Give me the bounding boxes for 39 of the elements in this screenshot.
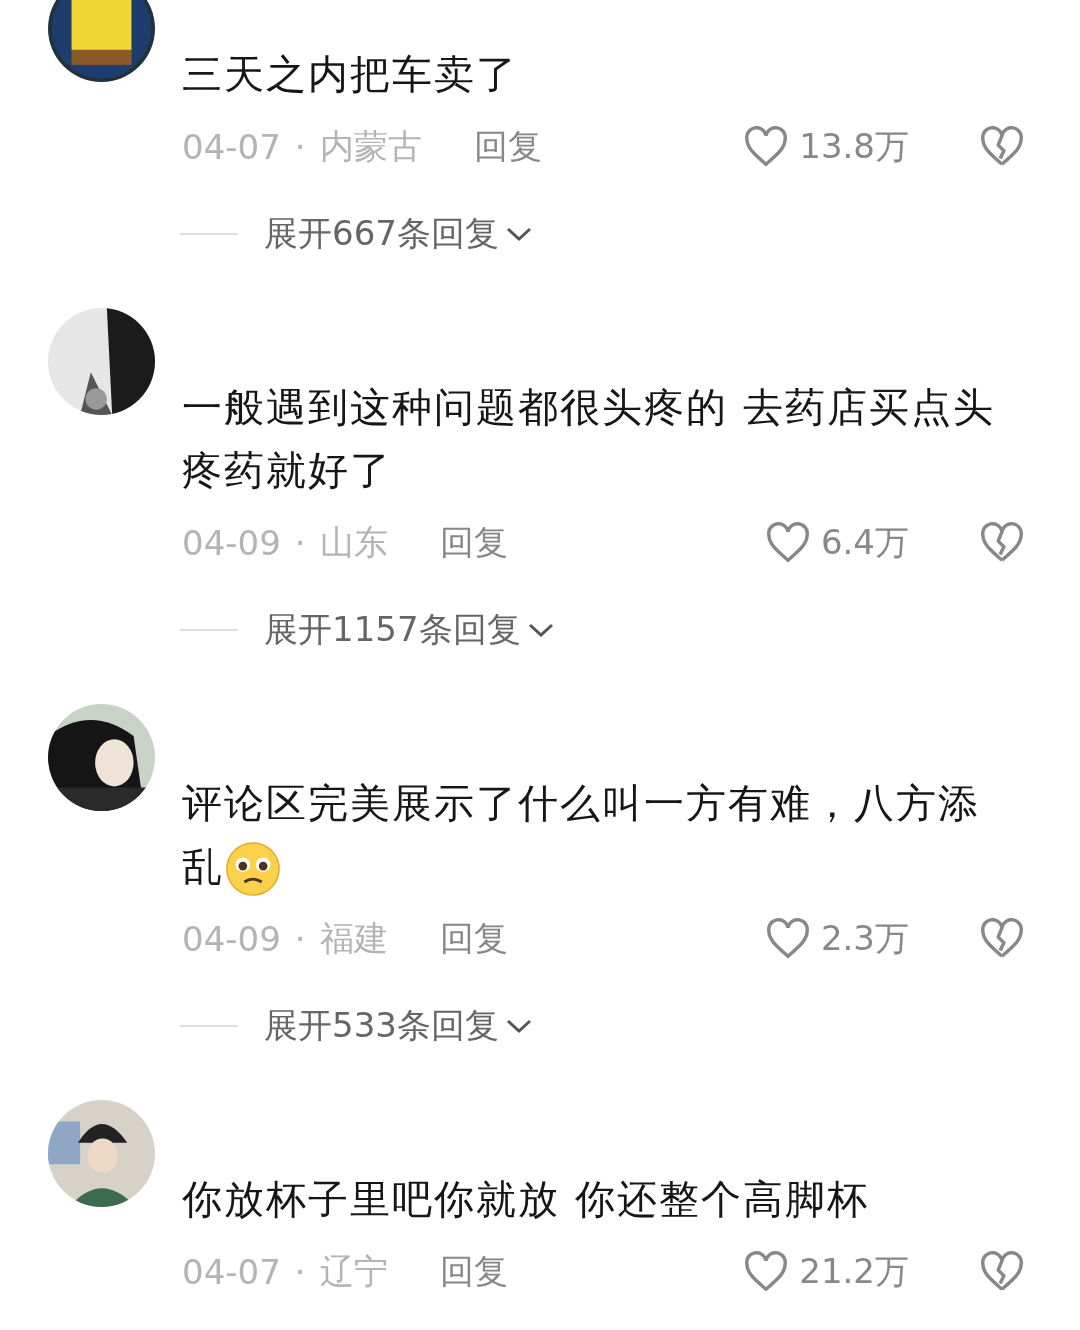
expand-replies-button[interactable]: 展开533条回复 (264, 1003, 533, 1049)
like-count: 2.3万 (820, 917, 909, 960)
comment-text: 评论区完美展示了什么叫一方有难，八方添乱 (182, 772, 1007, 898)
pleading-emoji-icon (224, 840, 282, 898)
comment-text: 你放杯子里吧你就放 你还整个高脚杯 (182, 1175, 870, 1224)
separator-dot: · (294, 919, 306, 959)
comment-date: 04-09 (182, 523, 281, 563)
comment-location: 山东 (319, 521, 388, 564)
like-count: 21.2万 (799, 1250, 909, 1293)
reply-link[interactable]: 回复 (473, 124, 542, 170)
heart-icon[interactable] (764, 522, 811, 564)
comment-date: 04-07 (182, 127, 281, 167)
chevron-down-icon (526, 621, 555, 639)
comment-text: 一般遇到这种问题都很头疼的 去药店买点头疼药就好了 (182, 383, 996, 495)
separator-dot: · (294, 523, 306, 563)
expand-replies-button[interactable]: 展开667条回复 (264, 211, 533, 257)
reply-link[interactable]: 回复 (439, 1249, 508, 1295)
heart-icon[interactable] (743, 126, 790, 168)
broken-heart-icon[interactable] (979, 522, 1025, 564)
expand-replies-button[interactable]: 展开1157条回复 (264, 607, 555, 653)
reply-link[interactable]: 回复 (439, 520, 508, 566)
comment-text: 三天之内把车卖了 (182, 50, 519, 99)
comment-location: 内蒙古 (319, 125, 422, 168)
comment-location: 福建 (319, 917, 388, 960)
separator-dot: · (294, 127, 306, 167)
chevron-down-icon (504, 1017, 533, 1035)
separator-dot: · (294, 1252, 306, 1292)
comment-date: 04-09 (182, 919, 281, 959)
comment-location: 辽宁 (319, 1250, 388, 1293)
comment-date: 04-07 (182, 1252, 281, 1292)
broken-heart-icon[interactable] (979, 1251, 1025, 1293)
like-count: 13.8万 (799, 125, 909, 168)
reply-link[interactable]: 回复 (439, 916, 508, 962)
chevron-down-icon (504, 225, 533, 243)
heart-icon[interactable] (764, 918, 811, 960)
broken-heart-icon[interactable] (979, 918, 1025, 960)
like-count: 6.4万 (820, 521, 909, 564)
broken-heart-icon[interactable] (979, 126, 1025, 168)
heart-icon[interactable] (743, 1251, 790, 1293)
